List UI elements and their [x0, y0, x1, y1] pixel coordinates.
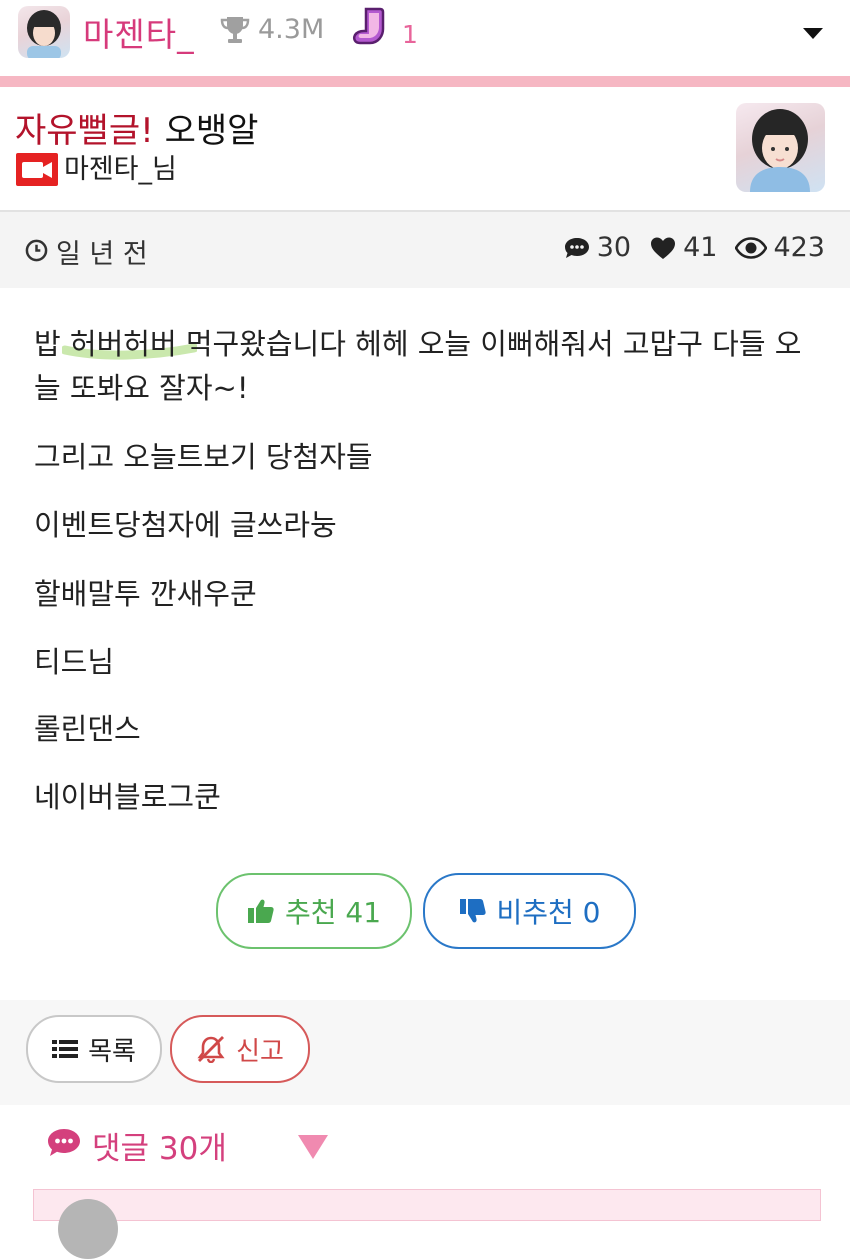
vote-area: 추천 41 비추천 0 [0, 873, 850, 951]
post-category[interactable]: 자유뻘글! [15, 111, 154, 151]
list-icon [52, 1040, 79, 1058]
comment-item [33, 1189, 821, 1221]
list-button[interactable]: 목록 [26, 1015, 162, 1083]
post-body: 밥 허버허버 먹구왔습니다 헤헤 오늘 이뻐해줘서 고맙구 다들 오늘 또봐요 … [0, 288, 850, 1000]
post-subject: 오뱅알 [164, 111, 259, 151]
avatar[interactable] [18, 6, 70, 58]
post-paragraph: 밥 허버허버 먹구왔습니다 헤헤 오늘 이뻐해줘서 고맙구 다들 오늘 또봐요 … [34, 327, 802, 405]
list-label: 목록 [88, 1036, 136, 1067]
comments-section: 댓글 30개 [0, 1105, 850, 1259]
post-paragraph: 롤린댄스 [34, 712, 141, 746]
post-time: 일 년 전 [56, 239, 148, 270]
post-title: 자유뻘글! 오뱅알 [15, 103, 258, 152]
post-paragraph: 티드님 [34, 645, 115, 679]
view-stat: 423 [735, 232, 825, 263]
sock-icon [352, 7, 385, 45]
comment-stat: 30 [563, 232, 631, 263]
upvote-label: 추천 41 [284, 896, 382, 929]
post-paragraph: 할배말투 깐새우쿤 [34, 577, 257, 611]
bell-slash-icon [197, 1036, 225, 1063]
downvote-label: 비추천 0 [496, 896, 601, 929]
like-stat: 41 [649, 232, 717, 263]
comment-avatar [58, 1199, 118, 1259]
divider [0, 76, 850, 87]
report-label: 신고 [236, 1036, 284, 1067]
streamer-name[interactable]: 마젠타_ [83, 8, 195, 56]
eye-icon [735, 236, 768, 259]
comments-toggle-icon[interactable] [298, 1135, 328, 1159]
post-header: 자유뻘글! 오뱅알 마젠타_님 [0, 87, 850, 210]
post-author[interactable]: 마젠타_님 [64, 147, 177, 186]
comment-count: 30 [596, 232, 632, 263]
post-meta: 일 년 전 30 41 423 [0, 210, 850, 290]
video-camera-icon [16, 153, 58, 186]
post-thumbnail[interactable] [736, 103, 825, 192]
thumbs-down-icon [459, 899, 486, 923]
heart-icon [651, 237, 676, 259]
upvote-button[interactable]: 추천 41 [216, 873, 412, 949]
post-actions: 목록 신고 [0, 1000, 850, 1105]
fan-count: 4.3M [258, 14, 325, 45]
comments-icon [48, 1129, 80, 1156]
chevron-down-icon[interactable] [803, 28, 823, 39]
thumbs-up-icon [247, 899, 274, 923]
post-paragraph: 네이버블로그쿤 [34, 780, 221, 814]
downvote-button[interactable]: 비추천 0 [423, 873, 636, 949]
trophy-icon [220, 17, 250, 43]
like-count: 41 [683, 232, 718, 263]
view-count: 423 [773, 232, 825, 263]
clock-icon [25, 239, 48, 262]
comments-title: 댓글 30개 [92, 1131, 227, 1167]
post-stats: 30 41 423 [563, 232, 825, 263]
top-bar: 마젠타_ 4.3M 1 [0, 0, 850, 76]
post-paragraph: 이벤트당첨자에 글쓰라눙 [34, 508, 337, 542]
comment-icon [564, 237, 589, 258]
post-paragraph: 그리고 오늘트보기 당첨자들 [34, 440, 373, 474]
gift-count: 1 [402, 20, 418, 49]
report-button[interactable]: 신고 [170, 1015, 310, 1083]
